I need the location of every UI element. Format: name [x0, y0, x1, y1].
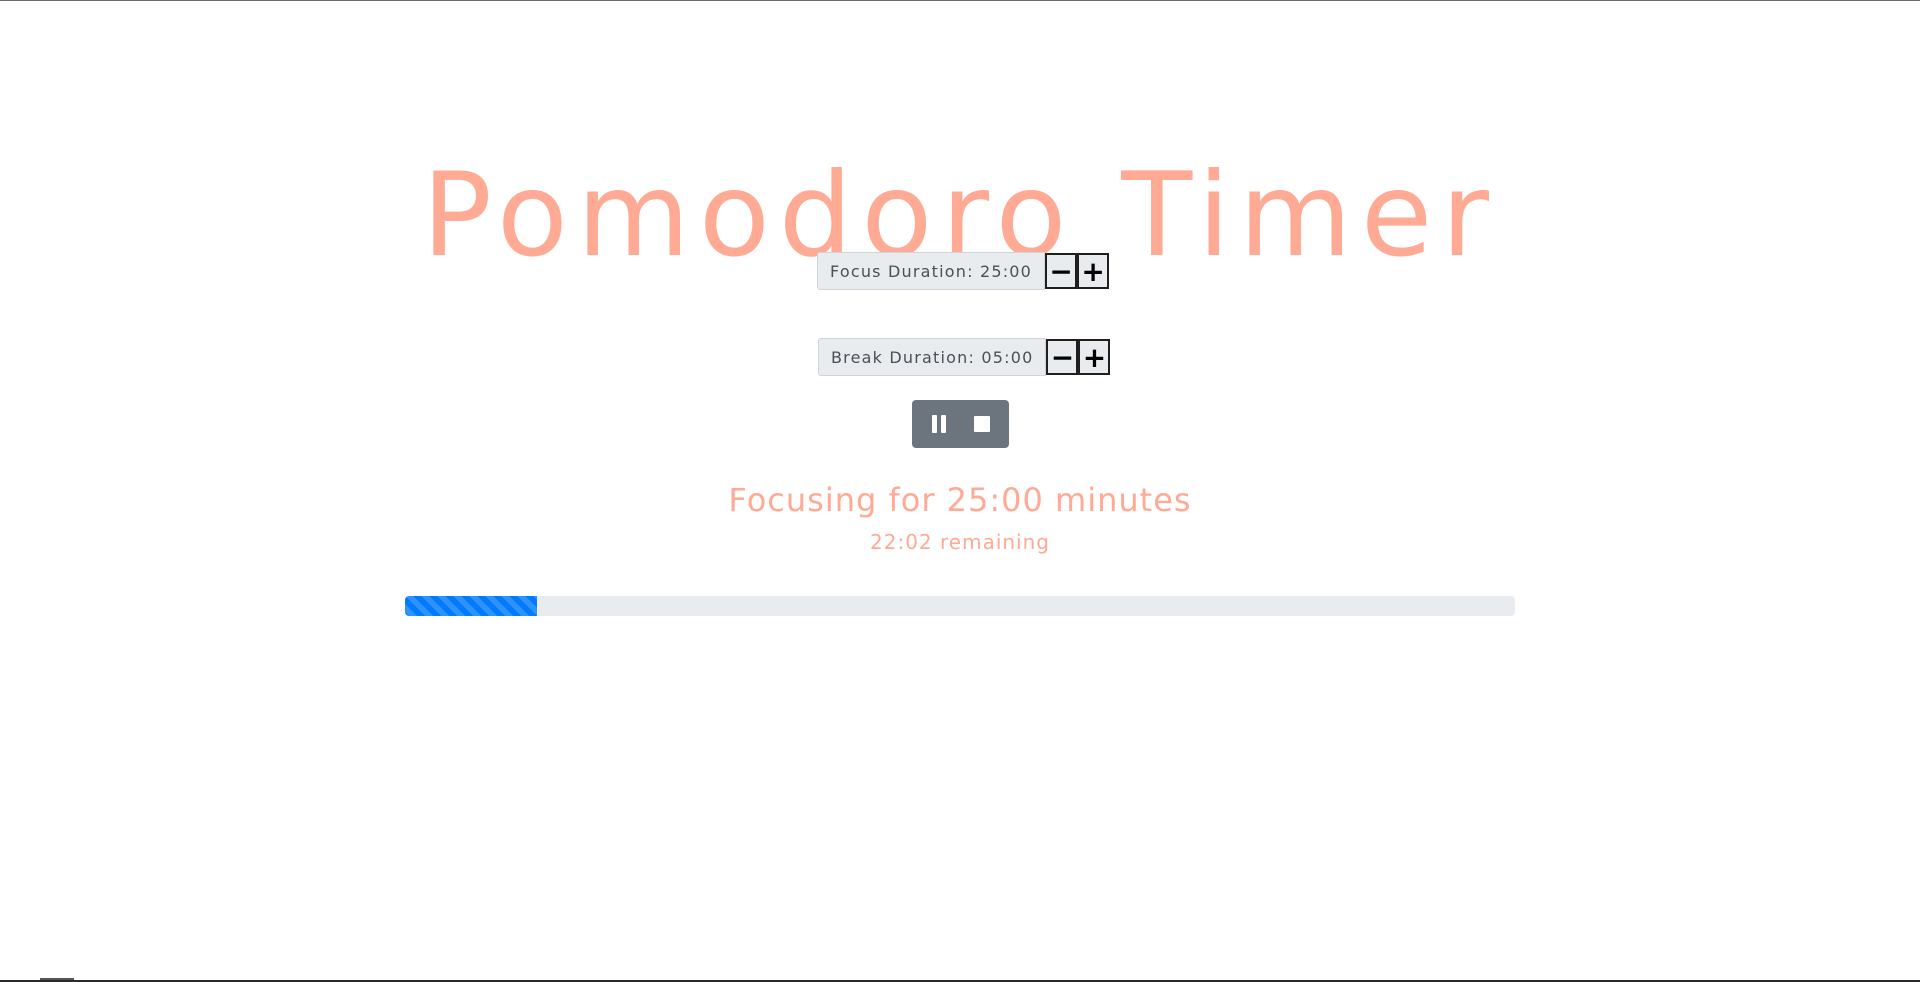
- break-increment-button[interactable]: +: [1078, 339, 1111, 375]
- timer-controls: [912, 400, 1009, 448]
- progress-bar-fill: [405, 596, 538, 616]
- pause-icon: [932, 415, 947, 433]
- window-edge-marker: [40, 978, 74, 980]
- remaining-time: 22:02 remaining: [870, 530, 1050, 554]
- focus-decrement-button[interactable]: −: [1045, 253, 1078, 289]
- focus-increment-button[interactable]: +: [1077, 253, 1110, 289]
- pause-button[interactable]: [924, 409, 954, 439]
- break-duration-group: Break Duration: 05:00 − +: [818, 338, 1111, 376]
- focus-duration-label: Focus Duration: 25:00: [817, 252, 1046, 290]
- progress-bar: [405, 596, 1515, 616]
- pomodoro-page: Pomodoro Timer Focus Duration: 25:00 − +…: [0, 0, 1920, 982]
- stop-icon: [973, 416, 990, 432]
- break-duration-label: Break Duration: 05:00: [818, 338, 1047, 376]
- break-decrement-button[interactable]: −: [1046, 339, 1079, 375]
- status-message: Focusing for 25:00 minutes: [728, 481, 1192, 519]
- stop-button[interactable]: [967, 409, 997, 439]
- focus-duration-group: Focus Duration: 25:00 − +: [817, 252, 1110, 290]
